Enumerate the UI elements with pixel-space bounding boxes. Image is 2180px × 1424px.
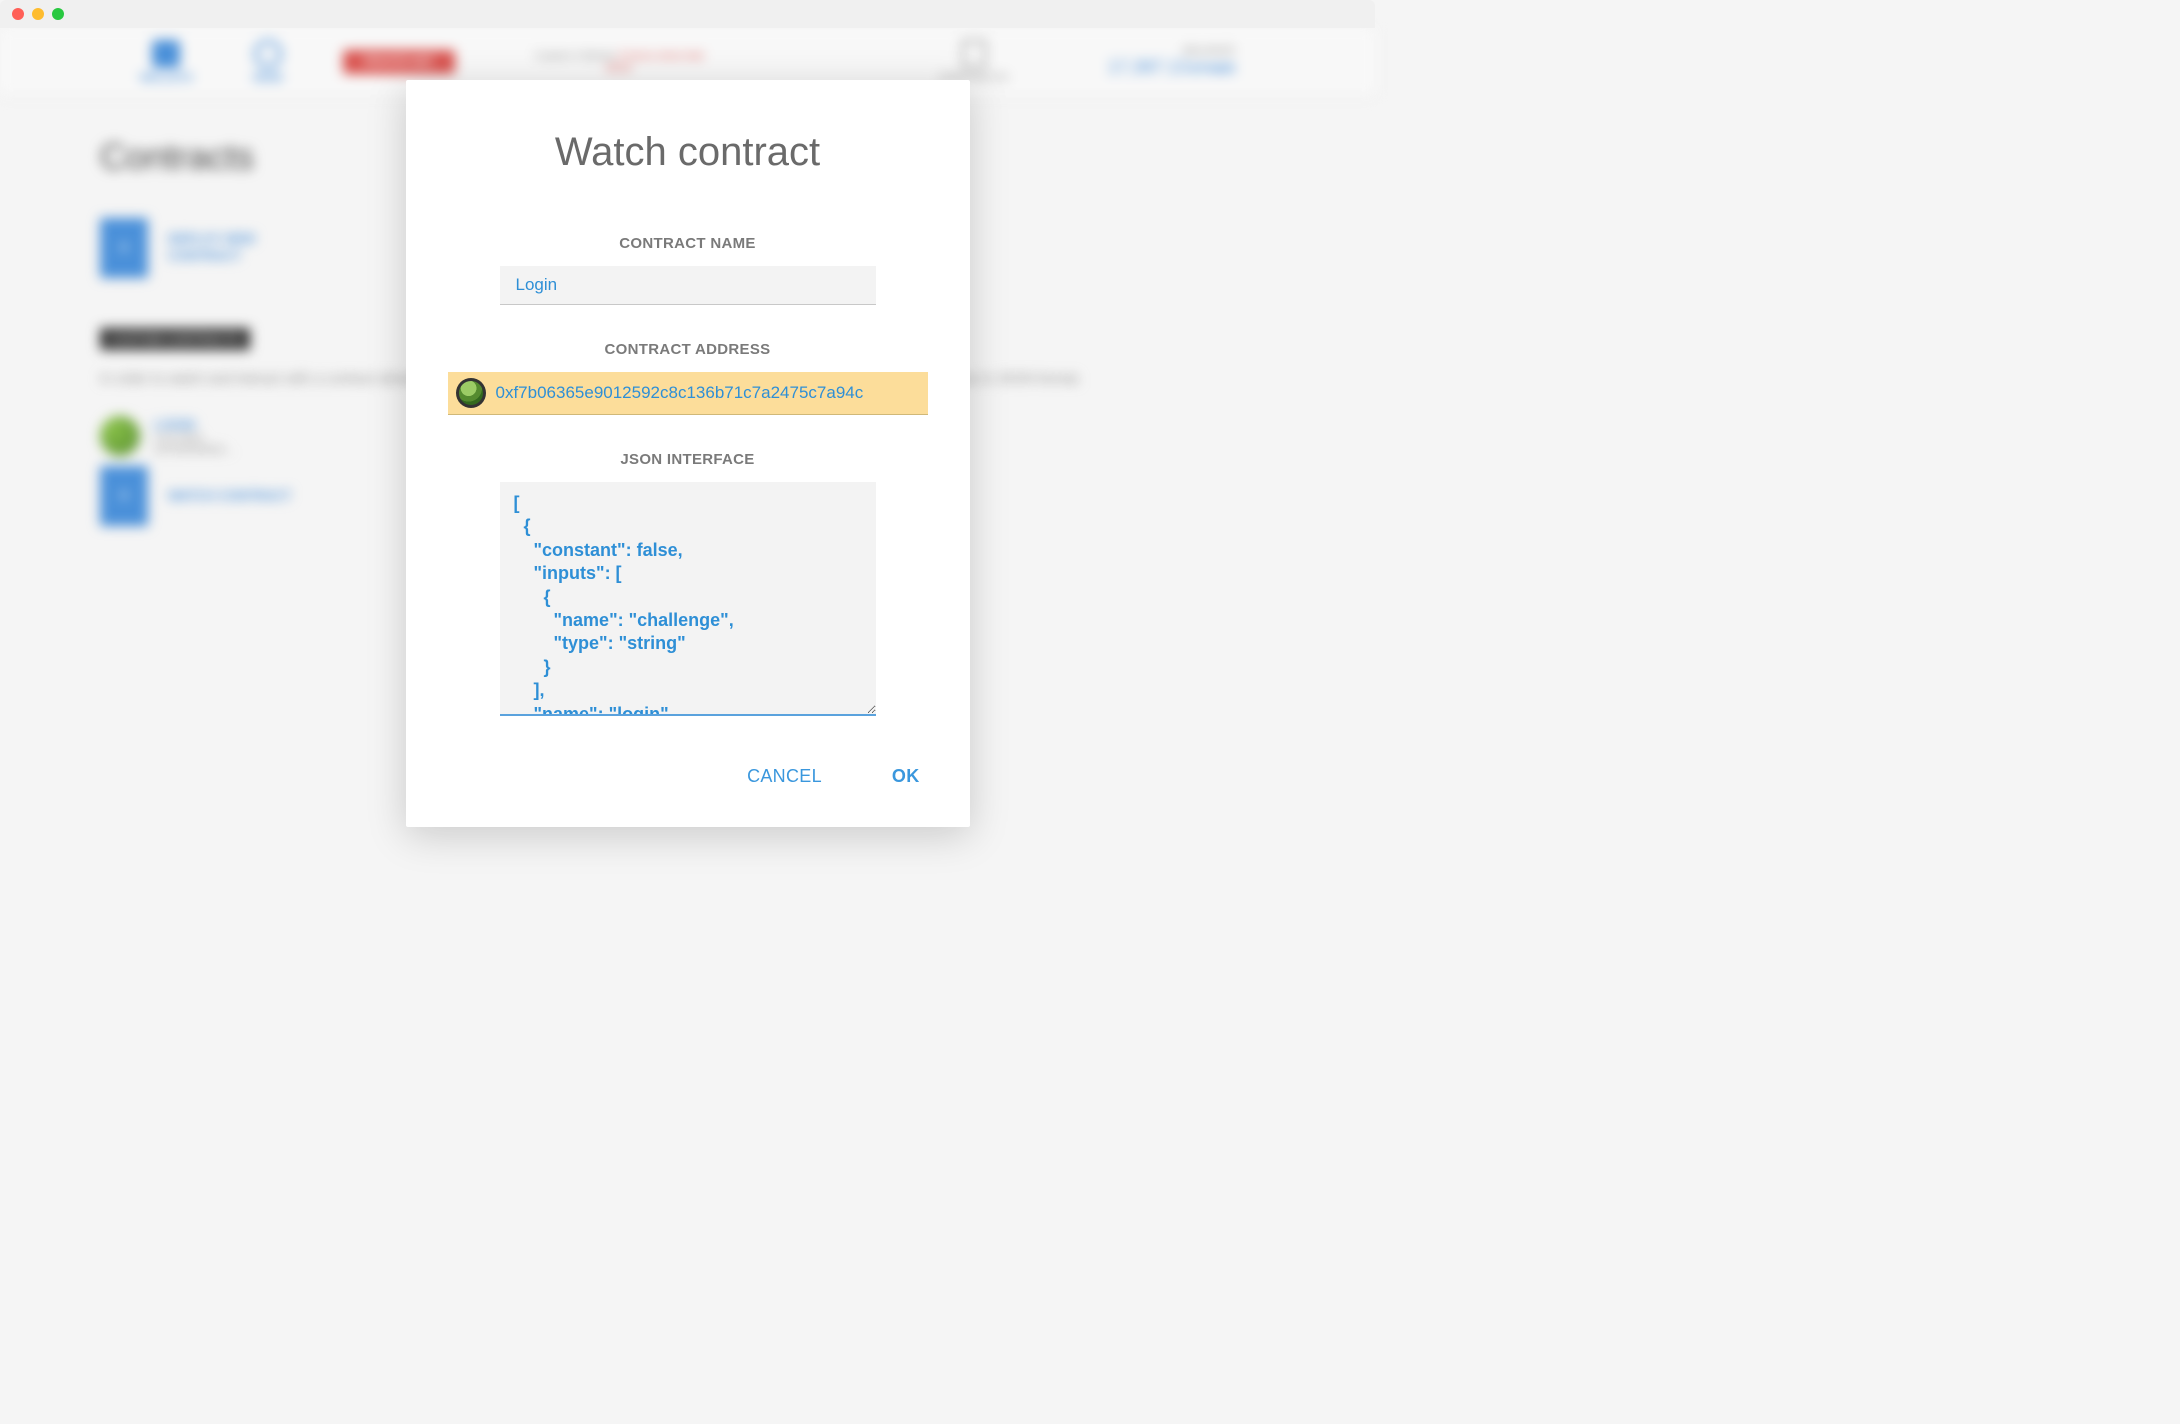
zoom-window-icon[interactable] [52, 8, 64, 20]
wallet-icon [152, 40, 180, 68]
identicon-icon [100, 416, 140, 456]
nav-send-label: SEND [253, 72, 284, 84]
modal-actions: CANCEL OK [446, 766, 930, 787]
balance-display: BALANCE 17,397.13 ETHER [1108, 45, 1235, 78]
contract-address-input[interactable] [496, 383, 920, 403]
contract-address-label: CONTRACT ADDRESS [446, 341, 930, 358]
cancel-button[interactable]: CANCEL [747, 766, 822, 787]
send-icon [254, 40, 282, 68]
ok-button[interactable]: OK [892, 766, 920, 787]
network-badge[interactable]: PRIVATE-NET [343, 50, 455, 74]
minimize-window-icon[interactable] [32, 8, 44, 20]
contract-item-name: LOGIN [154, 417, 235, 432]
json-interface-input[interactable] [500, 482, 876, 716]
contract-name-label: CONTRACT NAME [446, 235, 930, 252]
window-chrome [0, 0, 1375, 28]
json-interface-label: JSON INTERFACE [446, 451, 930, 468]
close-window-icon[interactable] [12, 8, 24, 20]
identicon-icon [456, 378, 486, 408]
contract-address-field[interactable] [448, 372, 928, 415]
watch-contract-label: WATCH CONTRACT [168, 488, 291, 505]
contract-item-address: 0xf7b06365e9… [154, 444, 235, 456]
plus-icon: + [100, 466, 148, 526]
modal-title: Watch contract [446, 130, 930, 175]
contract-name-input[interactable] [500, 266, 876, 305]
nav-contracts[interactable]: CONTRACTS [939, 40, 1007, 84]
watch-contract-modal: Watch contract CONTRACT NAME CONTRACT AD… [406, 80, 970, 827]
nav-send[interactable]: SEND [253, 40, 284, 84]
sync-status: 0 peers 0 blocks 0 hours since last bloc… [535, 50, 704, 74]
plus-icon: + [100, 218, 148, 278]
custom-contracts-heading: CUSTOM CONTRACTS [100, 328, 250, 350]
deploy-contract-label: DEPLOY NEW CONTRACT [168, 231, 268, 265]
contracts-icon [962, 40, 986, 68]
nav-wallets-label: WALLETS [140, 72, 193, 84]
contract-item-balance: 0.00 ether [154, 432, 235, 444]
nav-wallets[interactable]: WALLETS [140, 40, 193, 84]
